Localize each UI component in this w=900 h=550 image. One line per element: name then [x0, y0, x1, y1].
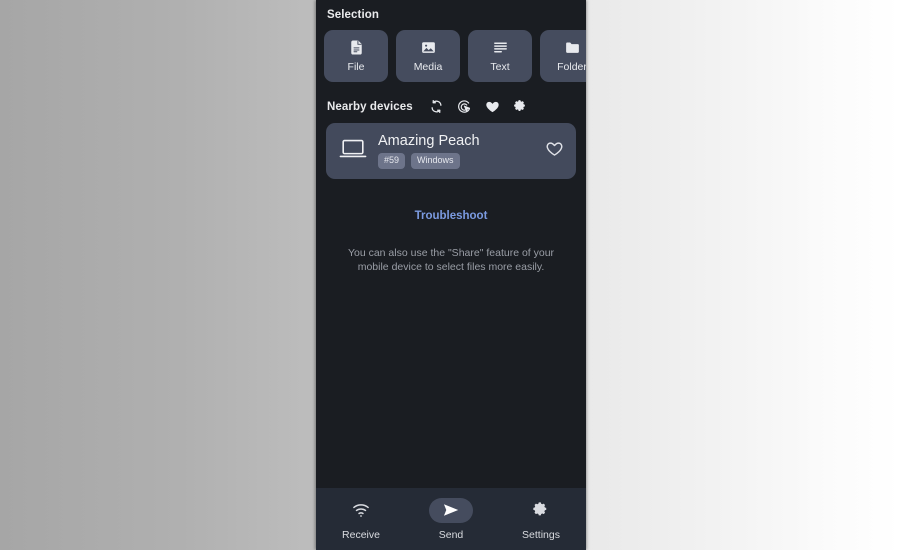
- nearby-devices-header: Nearby devices: [316, 82, 586, 114]
- selection-button-text-label: Text: [490, 61, 510, 73]
- selection-button-file[interactable]: File: [324, 30, 388, 82]
- media-icon: [420, 39, 437, 56]
- file-icon: [348, 39, 365, 56]
- nearby-devices-actions: [429, 99, 528, 114]
- favorites-icon[interactable]: [485, 99, 500, 114]
- device-badges: #59 Windows: [378, 153, 534, 169]
- nav-item-settings[interactable]: Settings: [496, 488, 586, 550]
- selection-section-title: Selection: [327, 9, 380, 21]
- laptop-icon: [339, 137, 367, 165]
- text-icon: [492, 39, 509, 56]
- selection-button-file-label: File: [347, 61, 365, 73]
- selection-button-media-label: Media: [413, 61, 443, 73]
- selection-button-media[interactable]: Media: [396, 30, 460, 82]
- scan-icon[interactable]: [457, 99, 472, 114]
- settings-icon[interactable]: [513, 99, 528, 114]
- main-content: Selection File Media Text Folder Nearby …: [316, 0, 586, 488]
- share-feature-hint: You can also use the "Share" feature of …: [347, 247, 555, 273]
- gear-icon: [519, 498, 563, 523]
- device-badge-os: Windows: [411, 153, 460, 169]
- nav-item-send-label: Send: [438, 528, 464, 541]
- nav-item-receive-label: Receive: [342, 528, 380, 541]
- device-badge-id: #59: [378, 153, 406, 169]
- folder-icon: [564, 39, 581, 56]
- nav-item-send[interactable]: Send: [406, 488, 496, 550]
- nav-item-settings-label: Settings: [522, 528, 560, 541]
- troubleshoot-link[interactable]: Troubleshoot: [316, 210, 586, 222]
- device-card[interactable]: Amazing Peach #59 Windows: [326, 123, 576, 179]
- nearby-device-list: Amazing Peach #59 Windows: [316, 114, 586, 179]
- wifi-icon: [339, 498, 383, 523]
- refresh-icon[interactable]: [429, 99, 444, 114]
- favorite-toggle-icon[interactable]: [545, 139, 564, 163]
- app-panel: Selection File Media Text Folder Nearby …: [316, 0, 586, 550]
- selection-button-row: File Media Text Folder: [316, 21, 586, 82]
- device-info: Amazing Peach #59 Windows: [378, 133, 534, 169]
- selection-button-text[interactable]: Text: [468, 30, 532, 82]
- send-icon: [429, 497, 473, 523]
- selection-button-folder-label: Folder: [557, 61, 586, 73]
- device-name: Amazing Peach: [378, 133, 480, 149]
- bottom-navigation-bar: Receive Send Settings: [316, 488, 586, 550]
- nearby-devices-title: Nearby devices: [327, 100, 413, 113]
- selection-button-folder[interactable]: Folder: [540, 30, 586, 82]
- nav-item-receive[interactable]: Receive: [316, 488, 406, 550]
